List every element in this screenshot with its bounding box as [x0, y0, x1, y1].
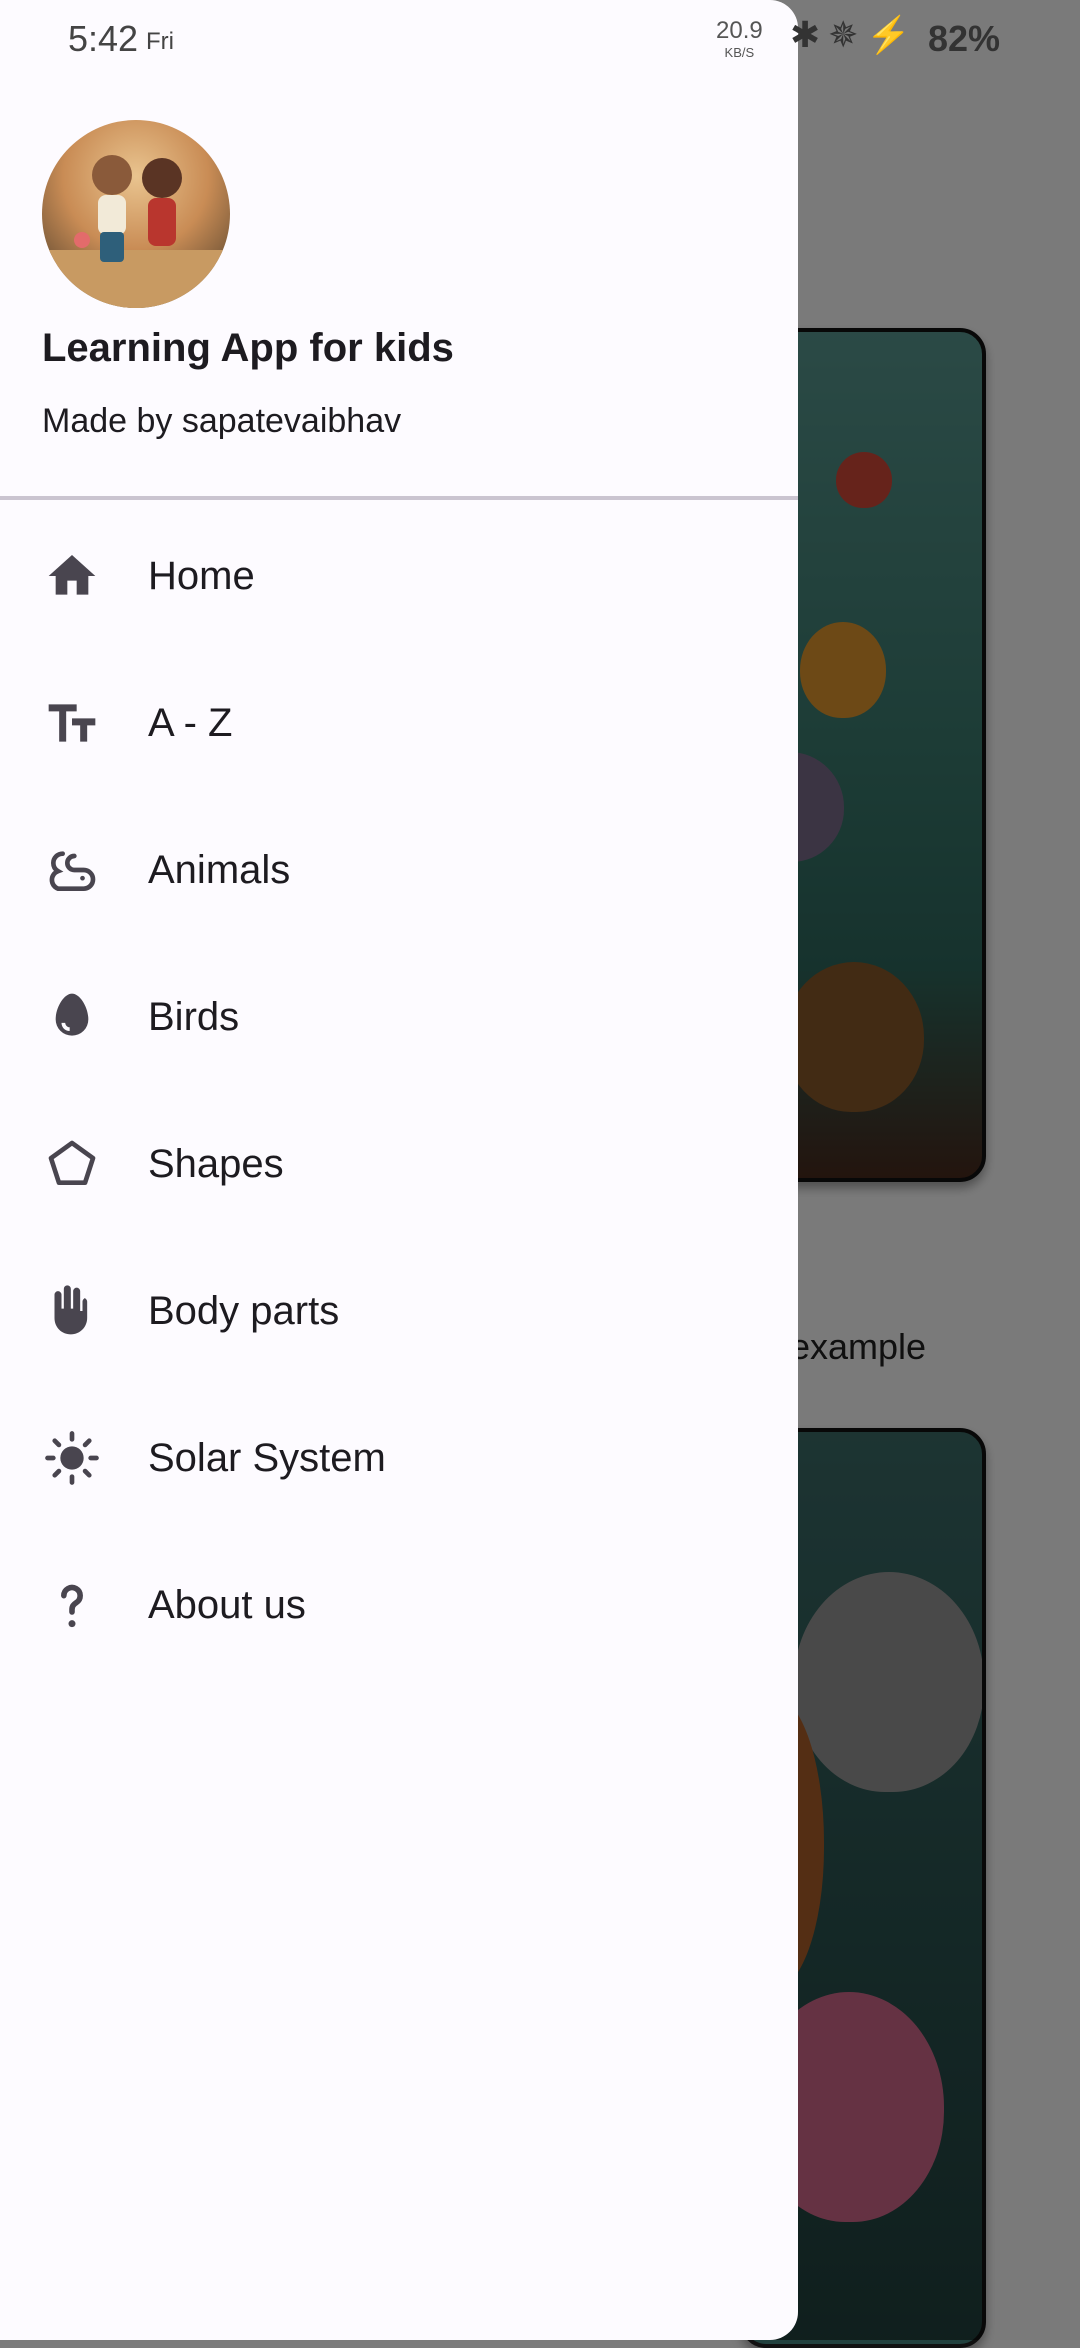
network-speed: 20.9 KB/S	[716, 17, 763, 64]
network-speed-unit: KB/S	[724, 45, 755, 60]
menu-item-birds[interactable]: Birds	[0, 961, 798, 1073]
home-icon	[42, 546, 102, 606]
menu-item-about-us[interactable]: About us	[0, 1549, 798, 1661]
rat-icon	[42, 840, 102, 900]
menu-item-label: Solar System	[148, 1435, 386, 1480]
drawer-divider	[0, 496, 798, 500]
menu-item-label: Birds	[148, 994, 240, 1039]
menu-item-label: Shapes	[148, 1141, 284, 1186]
menu-item-animals[interactable]: Animals	[0, 814, 798, 926]
avatar	[42, 120, 230, 308]
menu-item-label: Home	[148, 553, 255, 598]
status-bar: 5:42 Fri 20.9 KB/S ✱✵⚡ 82%	[0, 0, 1080, 80]
bluetooth-icon: ✱	[790, 14, 829, 55]
menu-item-shapes[interactable]: Shapes	[0, 1108, 798, 1220]
pentagon-icon	[42, 1134, 102, 1194]
menu-item-label: Animals	[148, 847, 291, 892]
menu-item-label: A - Z	[148, 700, 233, 745]
text-size-icon	[42, 693, 102, 753]
menu-item-solar-system[interactable]: Solar System	[0, 1402, 798, 1514]
sun-icon	[42, 1428, 102, 1488]
menu-item-a-z[interactable]: A - Z	[0, 667, 798, 779]
question-icon	[42, 1575, 102, 1635]
menu-item-label: Body parts	[148, 1288, 340, 1333]
app-title: Learning App for kids	[42, 326, 454, 370]
app-author: Made by sapatevaibhav	[42, 402, 402, 440]
battery-level: 82%	[928, 18, 1001, 59]
network-speed-value: 20.9	[716, 17, 763, 44]
charging-icon: ⚡	[866, 14, 920, 55]
egg-icon	[42, 987, 102, 1047]
hand-icon	[42, 1281, 102, 1341]
status-day: Fri	[146, 28, 174, 55]
menu-item-body-parts[interactable]: Body parts	[0, 1255, 798, 1367]
status-time: 5:42	[68, 18, 139, 59]
navigation-drawer: Learning App for kids Made by sapatevaib…	[0, 0, 798, 2340]
cannabis-icon: ✵	[828, 14, 867, 55]
menu-item-home[interactable]: Home	[0, 520, 798, 632]
status-icons: ✱✵⚡	[790, 14, 919, 56]
menu-item-label: About us	[148, 1582, 306, 1627]
